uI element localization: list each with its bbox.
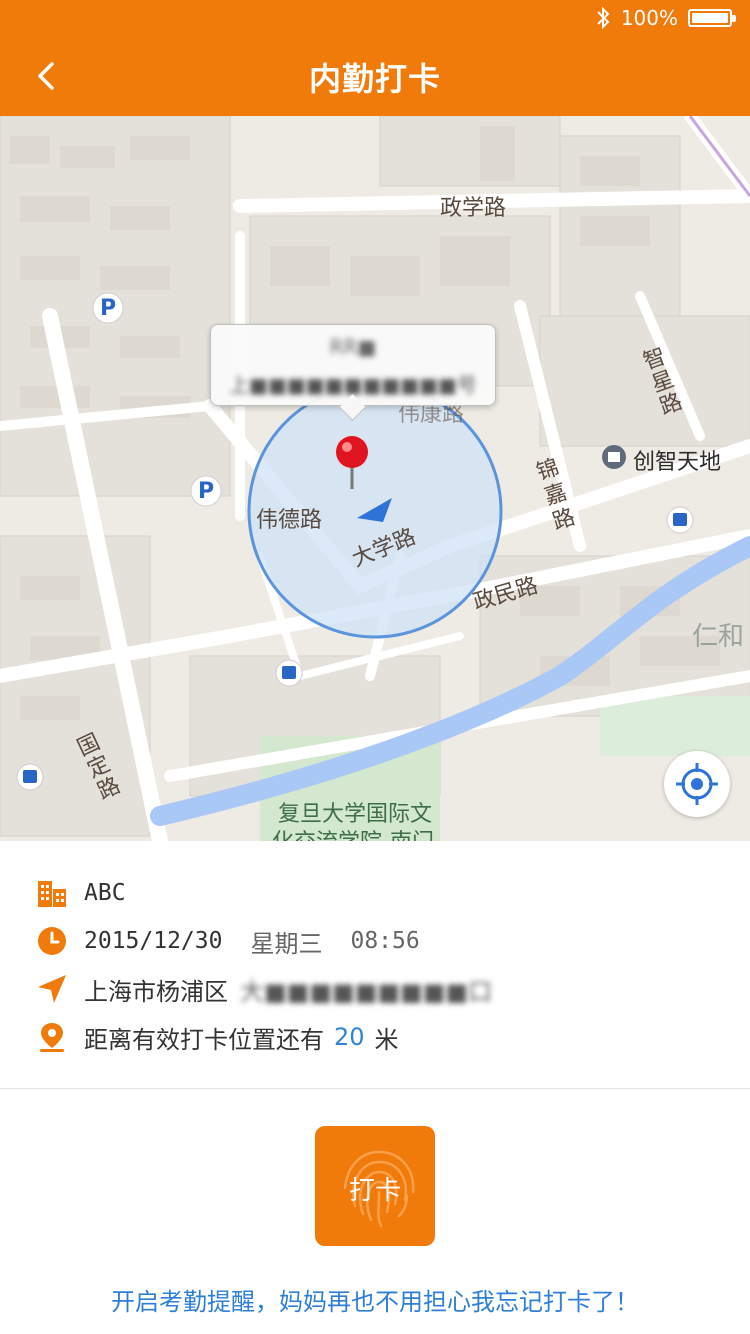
road-label-zhengxue: 政学路 [440,196,507,221]
location-popup[interactable]: RR■ 上■■■■■■■■■■■号 [210,324,496,406]
navigation-arrow-icon [38,975,66,1003]
distance-unit: 米 [374,1025,399,1054]
address-prefix: 上海市杨浦区 [84,977,228,1006]
poi-label-fudan-2: 化交流学院-南门 [272,824,434,841]
status-bar: 100% [0,0,750,36]
address-row: 上海市杨浦区 大■■■■■■■■■口 [36,969,492,1009]
punch-in-label: 打卡 [348,1176,401,1206]
page-title: 内勤打卡 [308,60,441,98]
crosshair-icon [676,763,718,805]
popup-address: 上■■■■■■■■■■■号 [229,373,477,397]
road-label-weide: 伟德路 [256,508,323,533]
app-header: 内勤打卡 [0,36,750,116]
map-base [0,116,750,841]
checkin-time: 08:56 [350,928,420,954]
distance-row: 距离有效打卡位置还有 20 米 [36,1017,399,1057]
distance-value: 20 [334,1023,365,1051]
punch-in-button[interactable]: 打卡 [315,1126,435,1246]
battery-percent: 100% [620,6,678,30]
popup-title: RR■ [329,335,377,359]
parking-label-2: P [198,479,215,504]
checkin-date: 2015/12/30 [84,928,223,954]
company-row: ABC [36,873,126,913]
building-icon [38,881,66,907]
datetime-row: 2015/12/30 星期三 08:56 [36,921,420,961]
address-detail: 大■■■■■■■■■口 [240,977,493,1006]
bluetooth-icon [597,6,610,30]
checkin-info: ABC 2015/12/30 星期三 08:56 上海市杨浦区 大■■■■■■■… [0,841,750,1089]
location-pin-icon [40,1023,64,1052]
distance-prefix: 距离有效打卡位置还有 [84,1025,324,1054]
status-right: 100% [595,6,736,30]
checkin-weekday: 星期三 [250,929,323,958]
map-view[interactable]: P P 政学路 智星路 伟康路 伟德路 大学路 锦嘉路 政民路 国定路 创智天地… [0,116,750,841]
battery-icon [688,9,736,27]
reminder-link[interactable]: 开启考勤提醒，妈妈再也不用担心我忘记打卡了！ [0,1282,750,1317]
clock-icon [38,927,66,955]
company-name: ABC [84,880,126,906]
parking-label-1: P [100,296,117,321]
poi-label-renhe: 仁和 [692,622,745,652]
poi-label-chuangzhi: 创智天地 [633,450,722,475]
locate-button[interactable] [664,751,730,817]
